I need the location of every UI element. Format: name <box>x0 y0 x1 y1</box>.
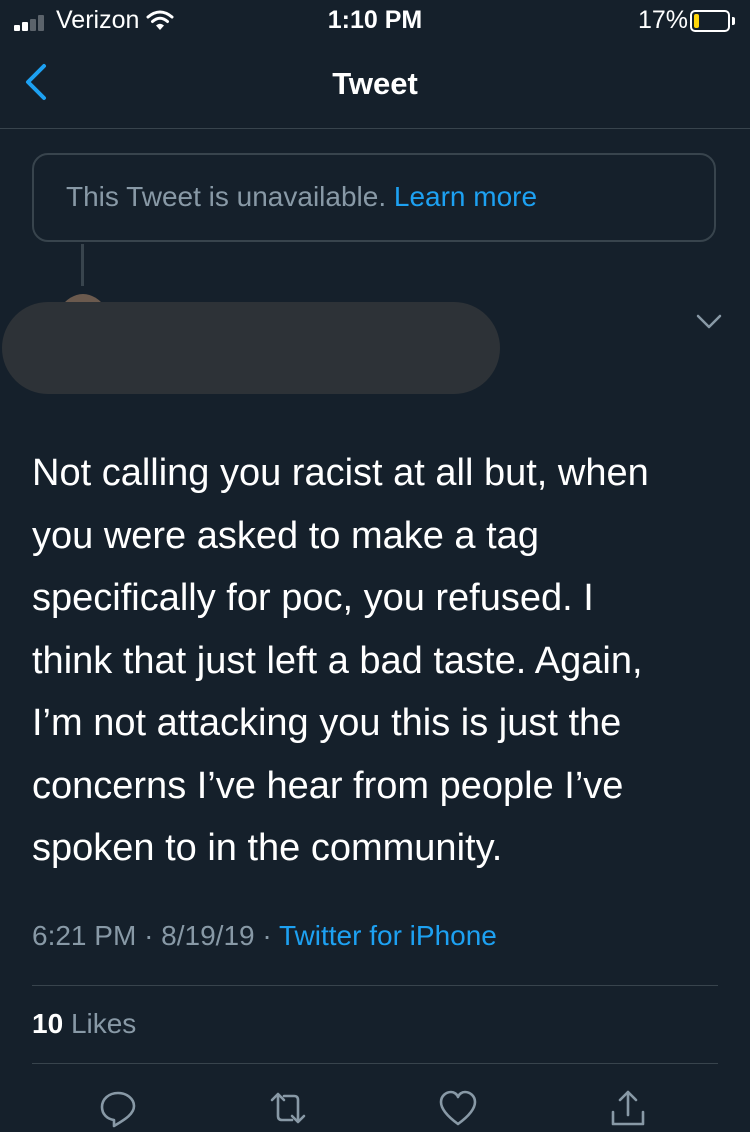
meta-separator: · <box>262 920 279 951</box>
unavailable-notice: This Tweet is unavailable. Learn more <box>66 181 537 213</box>
tweet-meta: 6:21 PM · 8/19/19 · Twitter for iPhone <box>32 920 497 952</box>
retweet-icon[interactable] <box>268 1088 308 1128</box>
tweet-date: 8/19/19 <box>161 920 255 951</box>
nav-bar: Tweet <box>0 40 750 129</box>
tweet-source-link[interactable]: Twitter for iPhone <box>279 920 497 951</box>
tweet-actions <box>0 1088 750 1132</box>
learn-more-link[interactable]: Learn more <box>394 181 537 212</box>
meta-separator: · <box>144 920 162 951</box>
unavailable-message: This Tweet is unavailable. <box>66 181 387 212</box>
chevron-down-icon[interactable] <box>696 314 722 330</box>
battery-percentage: 17% <box>637 6 688 34</box>
tweet-text: Not calling you racist at all but, when … <box>32 452 649 869</box>
unavailable-tweet-card: This Tweet is unavailable. Learn more <box>32 153 716 242</box>
battery-icon <box>690 10 735 32</box>
likes-label: Likes <box>70 1008 137 1039</box>
reply-icon[interactable] <box>98 1088 138 1128</box>
thread-connector <box>81 244 84 286</box>
tweet-time: 6:21 PM <box>32 920 137 951</box>
divider <box>32 985 718 986</box>
like-icon[interactable] <box>438 1088 478 1128</box>
likes-number: 10 <box>32 1008 64 1039</box>
page-title: Tweet <box>332 66 418 101</box>
share-icon[interactable] <box>608 1088 648 1128</box>
redacted-author-name <box>2 302 500 394</box>
status-bar: Verizon 1:10 PM 17% <box>0 0 750 40</box>
likes-count[interactable]: 10 Likes <box>32 1008 136 1040</box>
divider <box>32 1063 718 1064</box>
